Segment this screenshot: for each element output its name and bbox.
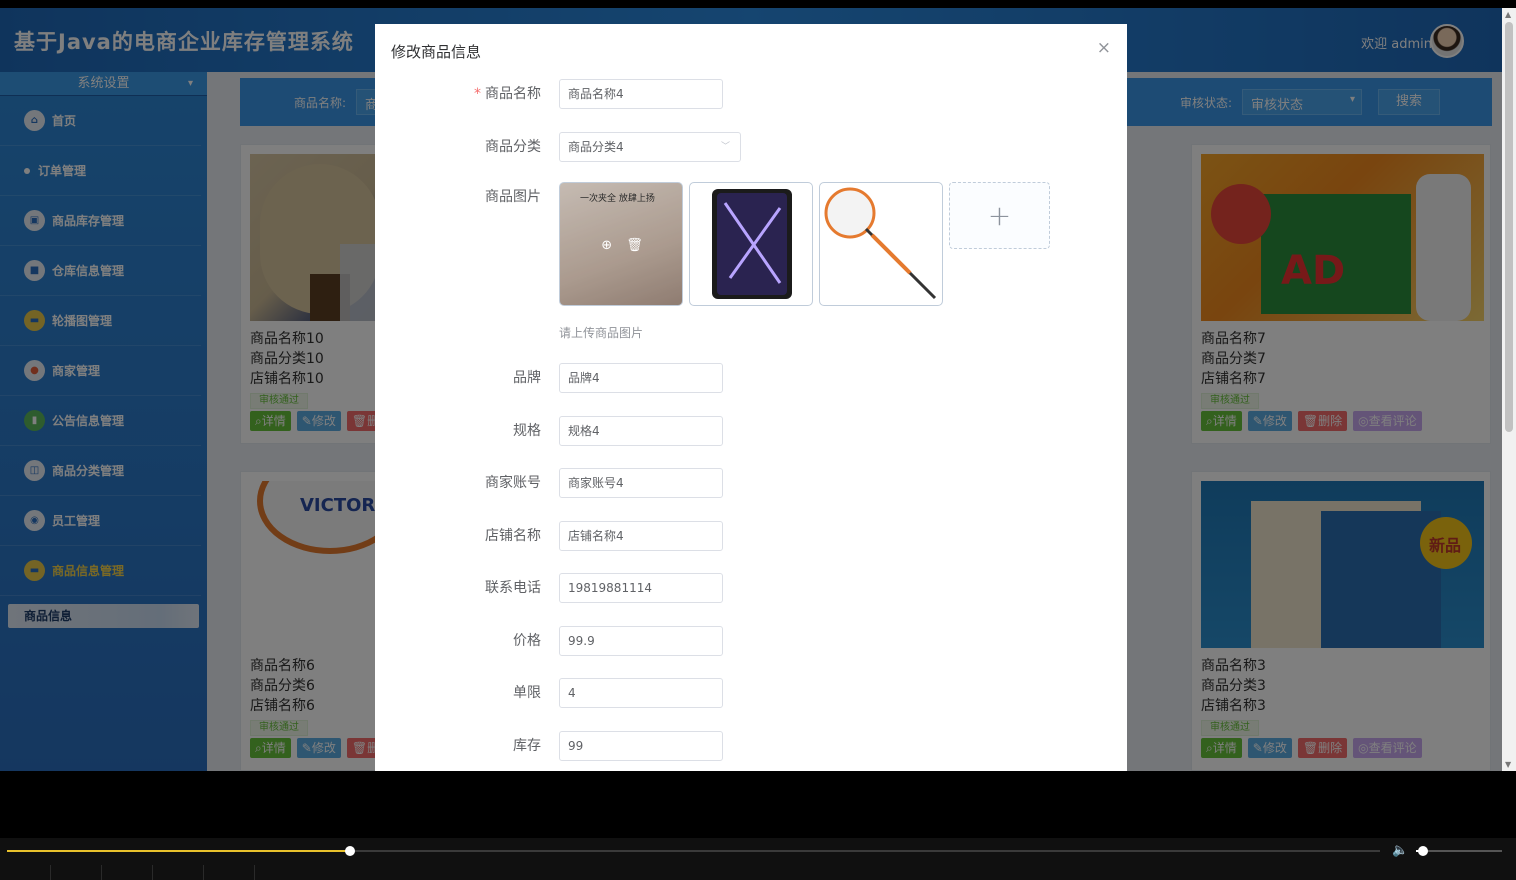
field-label: * 商品名称 bbox=[474, 83, 541, 103]
dialog-title: 修改商品信息 bbox=[391, 43, 482, 61]
smartphone-image bbox=[712, 189, 792, 299]
scrollbar-thumb[interactable] bbox=[1505, 22, 1513, 432]
field-label-text: 商品名称 bbox=[485, 86, 541, 102]
field-spec: 规格 规格4 bbox=[375, 416, 1127, 446]
product-name-input[interactable]: 商品名称4 bbox=[559, 79, 723, 109]
progress-fill bbox=[7, 850, 351, 852]
select-value: 商品分类4 bbox=[568, 140, 624, 154]
field-label: 商家账号 bbox=[485, 475, 541, 491]
spec-input[interactable]: 规格4 bbox=[559, 416, 723, 446]
field-label: 库存 bbox=[513, 738, 541, 754]
trash-icon[interactable]: 🗑 bbox=[626, 238, 643, 253]
volume-track[interactable] bbox=[1416, 846, 1502, 856]
field-label: 价格 bbox=[513, 633, 541, 649]
product-category-select[interactable]: 商品分类4 ﹀ bbox=[559, 132, 741, 162]
price-input[interactable]: 99.9 bbox=[559, 626, 723, 656]
image-actions: ⊕ 🗑 bbox=[560, 183, 682, 305]
video-player-bar: 🔈 bbox=[0, 838, 1516, 880]
field-label: 店铺名称 bbox=[485, 528, 541, 544]
edit-product-dialog: 修改商品信息 × * 商品名称 商品名称4 商品分类 商品分类4 ﹀ 商品图片 一… bbox=[375, 24, 1127, 771]
app-window: 基于Java的电商企业库存管理系统 欢迎 admin 系统设置 ▾ ⌂首页 订单… bbox=[0, 8, 1502, 771]
phone-input[interactable]: 19819881114 bbox=[559, 573, 723, 603]
volume-icon[interactable]: 🔈 bbox=[1392, 843, 1408, 858]
field-limit: 单限 4 bbox=[375, 678, 1127, 708]
scroll-down-icon[interactable]: ▼ bbox=[1505, 760, 1511, 769]
merchant-account-input[interactable]: 商家账号4 bbox=[559, 468, 723, 498]
field-stock: 库存 99 bbox=[375, 731, 1127, 761]
field-label: 单限 bbox=[513, 685, 541, 701]
chevron-down-icon: ﹀ bbox=[720, 142, 730, 152]
field-label: 商品分类 bbox=[485, 139, 541, 155]
progress-track[interactable] bbox=[7, 846, 1380, 856]
field-product-images: 商品图片 一次夹全 放肆上扬 ⊕ 🗑 + 请上传商品图片 bbox=[375, 182, 1127, 342]
scroll-up-icon[interactable]: ▲ bbox=[1505, 10, 1511, 19]
field-label: 商品图片 bbox=[485, 189, 541, 205]
uploaded-image-2[interactable] bbox=[689, 182, 813, 306]
field-phone: 联系电话 19819881114 bbox=[375, 573, 1127, 603]
player-controls bbox=[0, 865, 1516, 880]
close-icon[interactable]: × bbox=[1097, 38, 1111, 58]
page-scrollbar[interactable]: ▲ ▼ bbox=[1502, 8, 1516, 771]
uploaded-image-3[interactable] bbox=[819, 182, 943, 306]
field-merchant-account: 商家账号 商家账号4 bbox=[375, 468, 1127, 498]
control-button[interactable] bbox=[102, 865, 153, 880]
field-product-category: 商品分类 商品分类4 ﹀ bbox=[375, 132, 1127, 162]
racket-image bbox=[824, 187, 937, 300]
screen: 基于Java的电商企业库存管理系统 欢迎 admin 系统设置 ▾ ⌂首页 订单… bbox=[0, 0, 1516, 880]
add-image-button[interactable]: + bbox=[949, 182, 1050, 249]
field-brand: 品牌 品牌4 bbox=[375, 363, 1127, 393]
field-price: 价格 99.9 bbox=[375, 626, 1127, 656]
field-label: 品牌 bbox=[513, 370, 541, 386]
field-label: 规格 bbox=[513, 423, 541, 439]
limit-input[interactable]: 4 bbox=[559, 678, 723, 708]
brand-input[interactable]: 品牌4 bbox=[559, 363, 723, 393]
field-label: 联系电话 bbox=[485, 580, 541, 596]
plus-icon: + bbox=[987, 198, 1012, 232]
required-mark: * bbox=[474, 86, 481, 102]
progress-handle[interactable] bbox=[345, 846, 356, 856]
control-button[interactable] bbox=[0, 865, 51, 880]
field-shop-name: 店铺名称 店铺名称4 bbox=[375, 521, 1127, 551]
uploaded-image-1[interactable]: 一次夹全 放肆上扬 ⊕ 🗑 bbox=[559, 182, 683, 306]
control-button[interactable] bbox=[51, 865, 102, 880]
field-product-name: * 商品名称 商品名称4 bbox=[375, 79, 1127, 109]
volume-handle[interactable] bbox=[1417, 846, 1428, 856]
shop-name-input[interactable]: 店铺名称4 bbox=[559, 521, 723, 551]
zoom-in-icon[interactable]: ⊕ bbox=[601, 238, 612, 253]
control-button[interactable] bbox=[153, 865, 204, 880]
upload-hint: 请上传商品图片 bbox=[559, 326, 644, 340]
stock-input[interactable]: 99 bbox=[559, 731, 723, 761]
control-button[interactable] bbox=[204, 865, 255, 880]
